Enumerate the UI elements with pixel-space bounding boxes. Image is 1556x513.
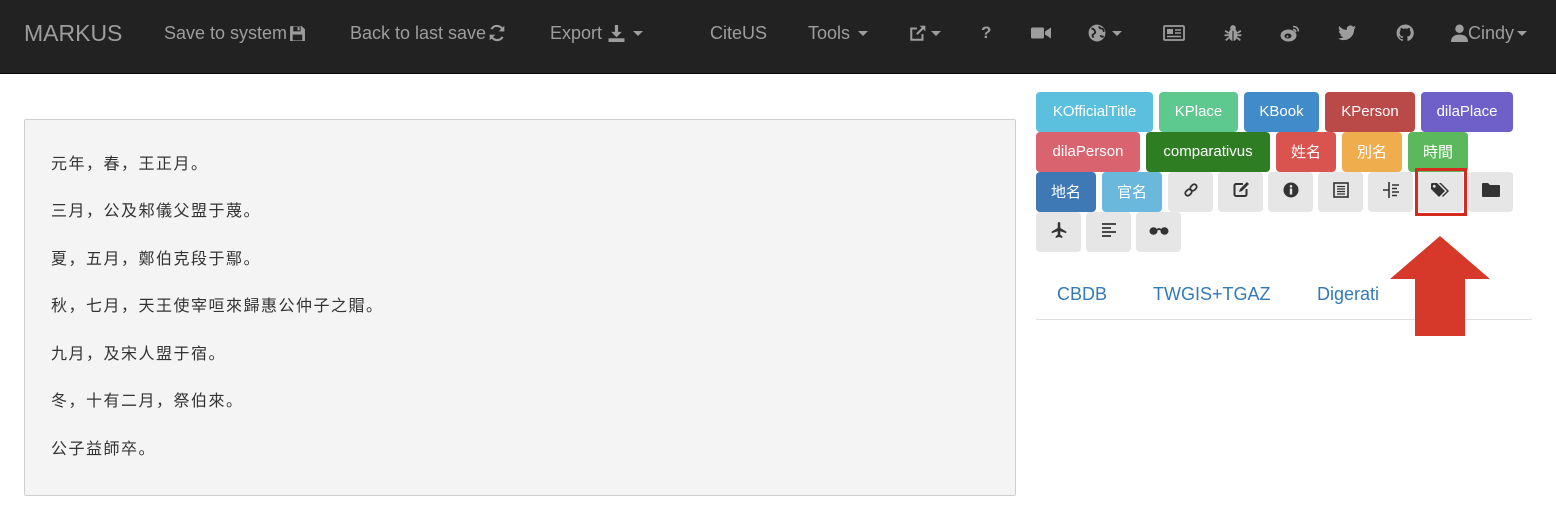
tag-kperson-button[interactable]: KPerson: [1325, 92, 1415, 132]
tag-kofficialtitle-button[interactable]: KOfficialTitle: [1036, 92, 1153, 132]
chevron-down-icon: [1517, 30, 1528, 36]
twitter-icon[interactable]: [1338, 0, 1356, 66]
indent-button[interactable]: [1368, 172, 1413, 212]
text-line[interactable]: 冬，十有二月，祭伯來。: [51, 387, 244, 411]
info-button[interactable]: [1268, 172, 1313, 212]
back-to-last-save-button[interactable]: Back to last save: [350, 0, 506, 66]
tools-label: Tools: [808, 23, 851, 43]
text-line[interactable]: 秋，七月，天王使宰咺來歸惠公仲子之賵。: [51, 292, 384, 316]
save-label: Save to system: [164, 23, 288, 43]
info-icon: [1283, 182, 1299, 203]
download-icon: [608, 24, 625, 42]
user-icon: [1451, 24, 1468, 42]
external-link-icon: [909, 24, 927, 42]
glasses-button[interactable]: [1136, 212, 1181, 252]
video-icon[interactable]: [1031, 0, 1051, 66]
link-button[interactable]: [1168, 172, 1213, 212]
user-menu-dropdown[interactable]: Cindy: [1451, 0, 1528, 66]
tag-kplace-button[interactable]: KPlace: [1159, 92, 1238, 132]
tag-surname-button[interactable]: 姓名: [1276, 132, 1336, 172]
tag-kbook-button[interactable]: KBook: [1244, 92, 1319, 132]
indent-icon: [1382, 181, 1400, 203]
back-label: Back to last save: [350, 23, 487, 43]
bug-icon[interactable]: [1224, 0, 1242, 66]
tag-alias-button[interactable]: 別名: [1342, 132, 1402, 172]
brand-logo[interactable]: MARKUS: [24, 0, 122, 66]
chevron-down-icon: [1112, 30, 1122, 36]
export-label: Export: [550, 23, 603, 43]
newspaper-icon[interactable]: [1163, 0, 1185, 66]
text-line[interactable]: 九月，及宋人盟于宿。: [51, 340, 226, 364]
folder-button[interactable]: [1468, 172, 1513, 212]
link-icon: [1183, 182, 1199, 203]
chevron-down-icon: [931, 30, 941, 36]
align-left-icon: [1101, 222, 1117, 243]
weibo-icon[interactable]: [1280, 0, 1300, 66]
tools-dropdown[interactable]: Tools: [808, 0, 869, 66]
text-line[interactable]: 元年，春，王正月。: [51, 150, 209, 174]
text-line[interactable]: 公子益師卒。: [51, 435, 156, 459]
refresh-icon: [488, 24, 506, 42]
chevron-down-icon: [858, 30, 869, 36]
plane-button[interactable]: [1036, 212, 1081, 252]
annotation-arrow-icon: [1390, 236, 1490, 336]
list-button[interactable]: [1318, 172, 1363, 212]
chevron-down-icon: [633, 30, 644, 36]
list-icon: [1332, 181, 1349, 203]
github-icon[interactable]: [1396, 0, 1414, 66]
tag-time-button[interactable]: 時間: [1408, 132, 1468, 172]
globe-dropdown[interactable]: [1088, 0, 1122, 66]
tag-dilaperson-button[interactable]: dilaPerson: [1036, 132, 1140, 172]
tag-placename-button[interactable]: 地名: [1036, 172, 1096, 212]
glasses-icon: [1149, 223, 1169, 241]
text-editor-panel[interactable]: 元年，春，王正月。 三月，公及邾儀父盟于蔑。 夏，五月，鄭伯克段于鄢。 秋，七月…: [24, 119, 1016, 496]
tag-dilaplace-button[interactable]: dilaPlace: [1421, 92, 1513, 132]
folder-icon: [1481, 182, 1500, 202]
help-button[interactable]: ?: [981, 0, 991, 66]
text-line[interactable]: 夏，五月，鄭伯克段于鄢。: [51, 245, 261, 269]
globe-icon: [1088, 24, 1106, 42]
text-line[interactable]: 三月，公及邾儀父盟于蔑。: [51, 197, 261, 221]
export-dropdown[interactable]: Export: [550, 0, 644, 66]
user-name: Cindy: [1468, 23, 1515, 43]
plane-icon: [1051, 221, 1067, 243]
external-link-dropdown[interactable]: [909, 0, 941, 66]
link-cbdb[interactable]: CBDB: [1057, 284, 1107, 305]
edit-icon: [1233, 181, 1249, 203]
citeus-link[interactable]: CiteUS: [710, 0, 767, 66]
tag-comparativus-button[interactable]: comparativus: [1146, 132, 1270, 172]
tag-officialtitle-cjk-button[interactable]: 官名: [1102, 172, 1162, 212]
edit-button[interactable]: [1218, 172, 1263, 212]
save-to-system-button[interactable]: Save to system: [164, 0, 306, 66]
annotation-highlight-box: [1415, 168, 1467, 216]
link-twgis-tgaz[interactable]: TWGIS+TGAZ: [1153, 284, 1271, 305]
floppy-icon: [289, 25, 306, 42]
link-digerati[interactable]: Digerati: [1317, 284, 1379, 305]
align-left-button[interactable]: [1086, 212, 1131, 252]
top-navbar: MARKUS Save to system Back to last save …: [0, 0, 1556, 74]
